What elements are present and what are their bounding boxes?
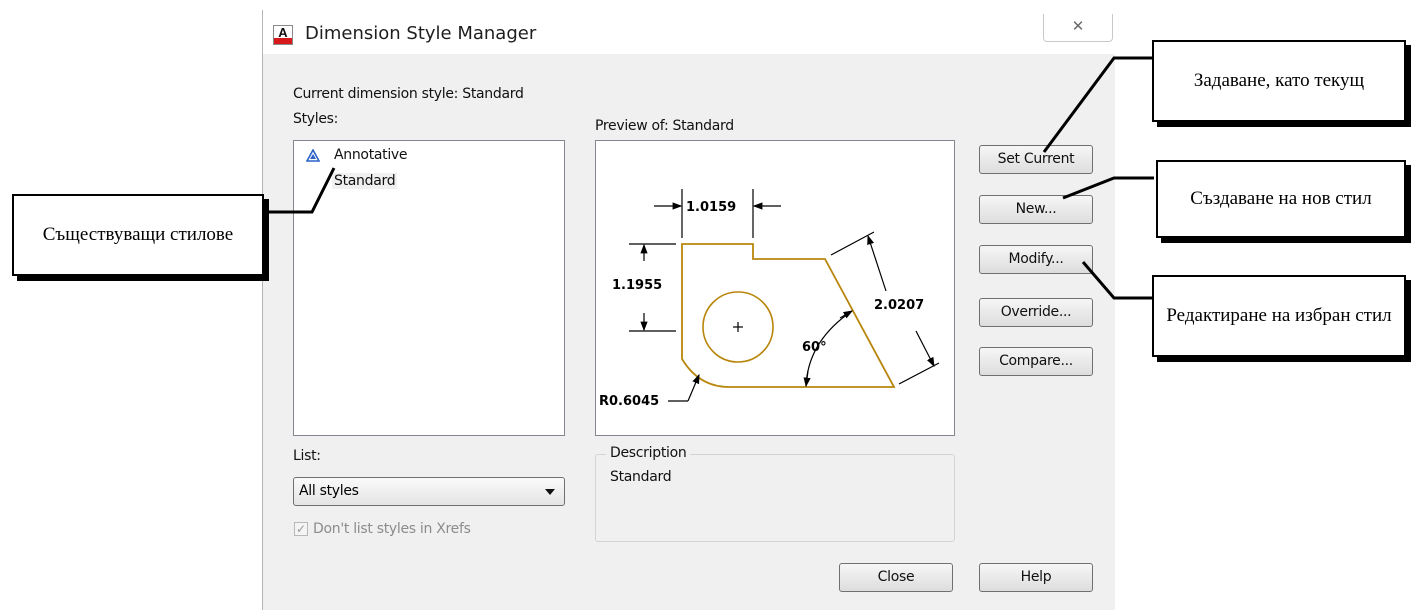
callout-create-new: Създаване на нов стил [1156,160,1406,238]
callout-edit-selected: Редактиране на избран стил [1152,275,1406,357]
callout-set-current: Задаване, като текущ [1152,40,1406,122]
callout-existing-styles: Съществуващи стилове [12,194,264,276]
